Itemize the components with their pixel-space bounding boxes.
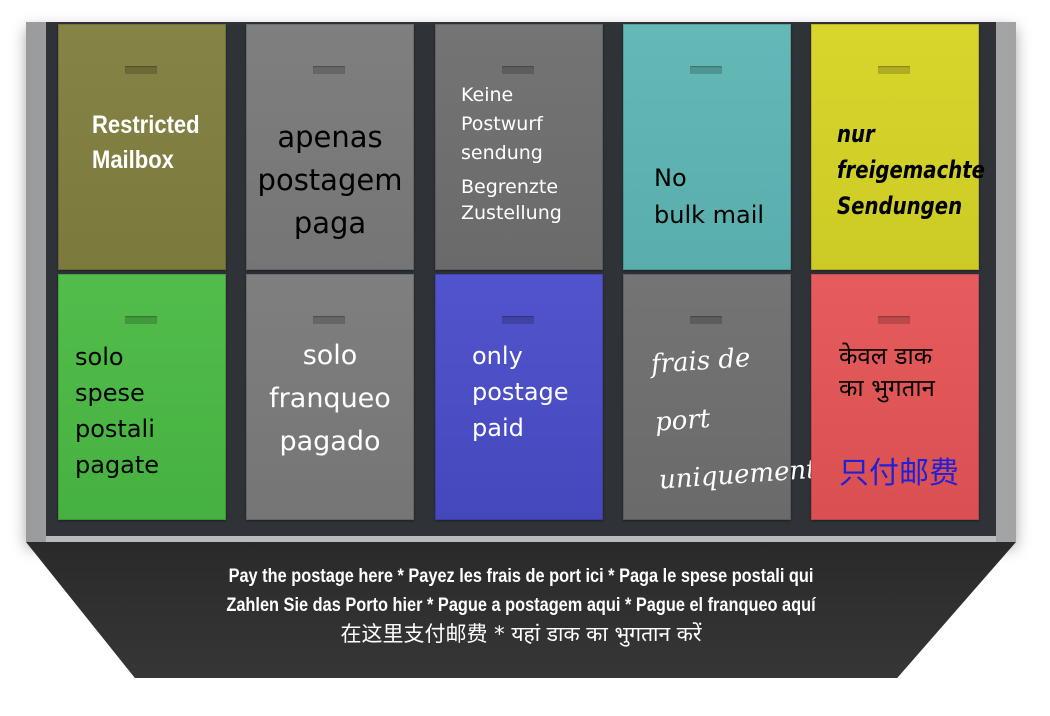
mail-slot	[125, 316, 157, 324]
instruction-text: Pay the postage here * Payez les frais d…	[26, 562, 1016, 649]
mailbox-kevala-dak: केवल डाक का भुगतान 只付邮费	[811, 274, 979, 520]
mail-slot	[313, 66, 345, 74]
mail-slot	[125, 66, 157, 74]
mailbox-keine-postwurf: Keine Postwurf sendung Begrenzte Zustell…	[435, 24, 603, 270]
cabinet-sill	[46, 536, 996, 542]
mailbox-label-secondary: Begrenzte Zustellung	[461, 176, 562, 224]
mailbox-label: No bulk mail	[654, 164, 765, 229]
mailbox-label: solo spese postali pagate	[75, 343, 160, 479]
mailbox-apenas-postagem: apenas postagem paga	[246, 24, 414, 270]
mailbox-label: Keine Postwurf sendung	[461, 84, 543, 164]
instruction-line-3: 在这里支付邮费 * यहां डाक का भुगतान करें	[340, 622, 702, 646]
instruction-line-1: Pay the postage here * Payez les frais d…	[228, 566, 814, 587]
mailbox-label: केवल डाक का भुगतान	[839, 342, 935, 402]
mailbox-frais-de-port: frais de port uniquement	[623, 274, 818, 520]
mail-slot	[878, 66, 910, 74]
mailbox-solo-spese: solo spese postali pagate	[58, 274, 226, 520]
mailbox-label: apenas postagem paga	[257, 120, 403, 240]
mailbox-label: solo franqueo pagado	[269, 340, 391, 457]
instruction-line-2: Zahlen Sie das Porto hier * Pague a post…	[226, 595, 816, 616]
mailbox-restricted: Restricted Mailbox	[58, 24, 226, 270]
mail-slot	[690, 66, 722, 74]
mail-slot	[502, 66, 534, 74]
mail-slot	[502, 316, 534, 324]
mailbox-nur-freigemachte: nur freigemachte Sendungen	[811, 24, 985, 270]
mailbox-label: frais de port uniquement	[649, 343, 818, 496]
mail-slot	[313, 316, 345, 324]
mailbox-illustration: Restricted Mailbox apenas postagem paga …	[0, 0, 1050, 716]
mailbox-label: nur freigemachte Sendungen	[837, 120, 986, 220]
mailbox-label: only postage paid	[472, 342, 569, 442]
mailbox-label: Restricted Mailbox	[92, 111, 200, 174]
mail-slot	[690, 316, 722, 324]
mail-slot	[878, 316, 910, 324]
mailbox-solo-franqueo: solo franqueo pagado	[246, 274, 414, 520]
mailbox-label-secondary: 只付邮费	[839, 456, 959, 491]
mailbox-no-bulk: No bulk mail	[623, 24, 791, 270]
mailbox-only-postage: only postage paid	[435, 274, 603, 520]
